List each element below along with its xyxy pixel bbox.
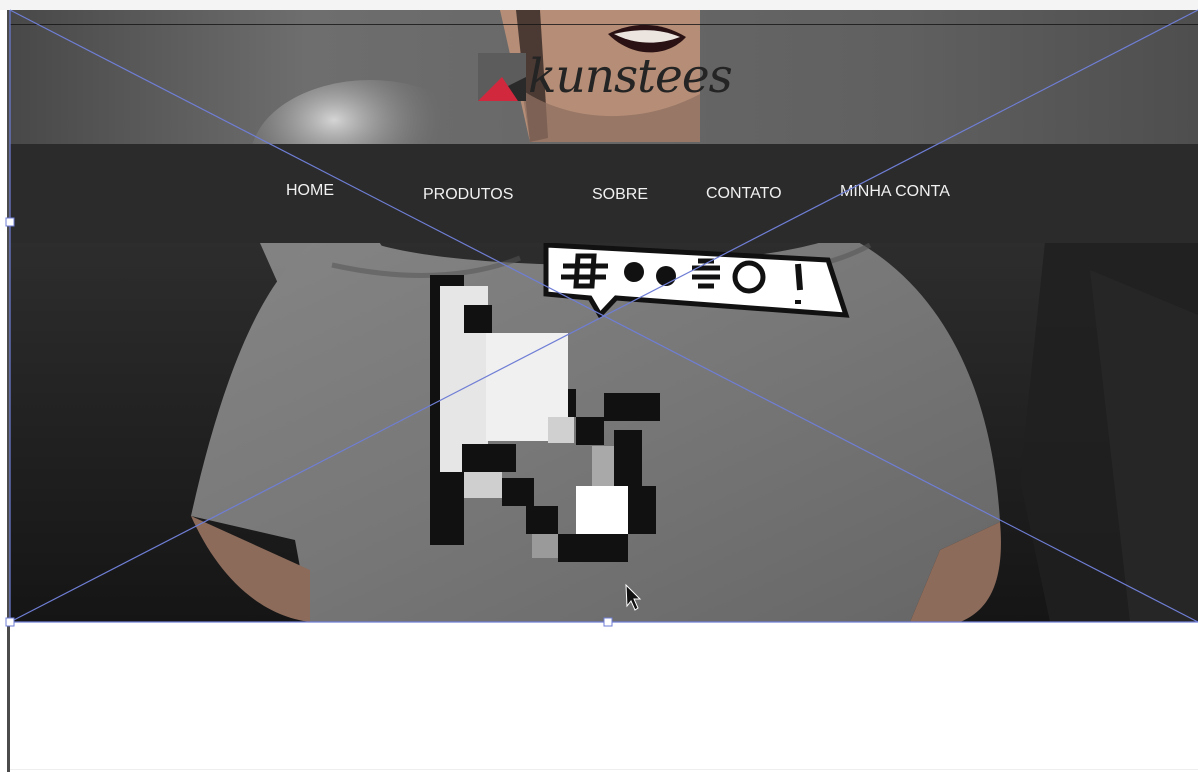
- main-navigation: HOME PRODUTOS SOBRE CONTATO MINHA CONTA: [10, 144, 1198, 243]
- editor-top-strip: [0, 0, 1198, 10]
- site-header: kunstees: [10, 10, 1198, 144]
- site-logo[interactable]: kunstees: [478, 49, 733, 104]
- content-bottom-edge: [10, 769, 1198, 770]
- header-rule: [10, 24, 1198, 25]
- nav-item-products[interactable]: PRODUTOS: [423, 185, 513, 205]
- content-area: [10, 623, 1198, 772]
- nav-item-home[interactable]: HOME: [286, 181, 334, 201]
- editor-canvas: kunstees HOME PRODUTOS SOBRE CONTATO MIN…: [0, 0, 1198, 772]
- nav-item-contact[interactable]: CONTATO: [706, 184, 782, 204]
- nav-item-account[interactable]: MINHA CONTA: [840, 182, 950, 202]
- kunstees-logo-mark-icon: [478, 53, 526, 101]
- brand-name: kunstees: [528, 49, 733, 104]
- nav-item-about[interactable]: SOBRE: [592, 185, 648, 205]
